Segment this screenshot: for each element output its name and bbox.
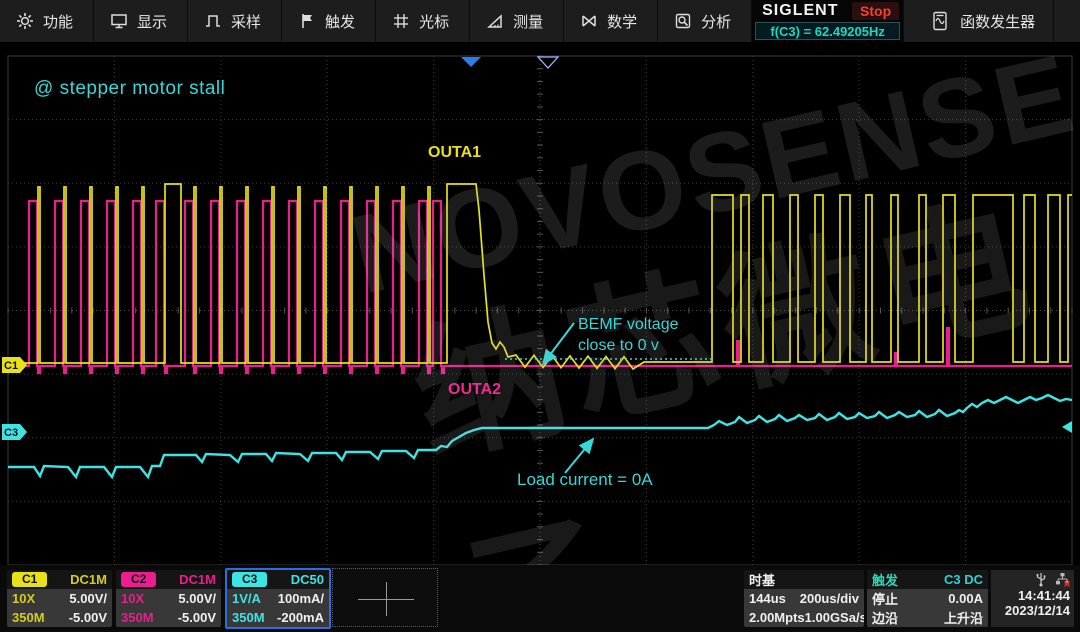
menu-label: 数学 <box>607 11 637 32</box>
channel-box-c2[interactable]: C2 DC1M 10X 5.00V/ 350M -5.00V <box>116 570 221 627</box>
c3-coupling: DC50 <box>291 572 324 587</box>
c2-badge[interactable]: C2 <box>121 572 156 587</box>
oscilloscope-app: 功能 显示 采样 触发 光标 测量 数学 分析 <box>0 0 1080 632</box>
c1-coupling: DC1M <box>70 572 107 587</box>
c2-probe: 10X <box>121 591 144 606</box>
c1-scale: 5.00V/ <box>69 591 107 606</box>
menu-label: 光标 <box>419 11 449 32</box>
top-menu-bar: 功能 显示 采样 触发 光标 测量 数学 分析 <box>0 0 1080 44</box>
brand-logo: SIGLENT <box>752 2 852 20</box>
svg-text:C1: C1 <box>4 360 18 372</box>
timebase-samplerate: 1.00GSa/s <box>805 610 864 625</box>
measure-icon <box>486 12 504 30</box>
trigger-type: 边沿 <box>872 608 898 627</box>
menu-label: 功能 <box>43 11 73 32</box>
timebase-scale: 200us/div <box>800 591 859 606</box>
svg-text:C3: C3 <box>4 427 18 439</box>
menu-item-cursors[interactable]: 光标 <box>376 0 470 42</box>
function-generator-button[interactable]: 函数发生器 <box>914 0 1054 42</box>
menu-item-display[interactable]: 显示 <box>94 0 188 42</box>
c2-bandwidth: 350M <box>121 610 154 625</box>
channel-box-c1[interactable]: C1 DC1M 10X 5.00V/ 350M -5.00V <box>7 570 112 627</box>
c3-offset: -200mA <box>277 610 324 625</box>
trigger-slope: 上升沿 <box>944 608 983 627</box>
run-state-badge[interactable]: Stop <box>852 2 899 20</box>
menu-item-utility[interactable]: 功能 <box>0 0 94 42</box>
waveform-canvas: C1 C3 <box>0 44 1080 565</box>
menu-label: 分析 <box>701 11 731 32</box>
c1-bandwidth: 350M <box>12 610 45 625</box>
clock-time: 14:41:44 <box>995 588 1070 603</box>
menu-label: 测量 <box>513 11 543 32</box>
c1-offset: -5.00V <box>69 610 107 625</box>
math-icon <box>580 12 598 30</box>
trigger-source: C3 DC <box>944 572 983 587</box>
channel-box-c3[interactable]: C3 DC50 1V/A 100mA/ 350M -200mA <box>225 568 331 629</box>
usb-icon <box>1035 572 1047 587</box>
timebase-delay: 144us <box>749 591 786 606</box>
menu-item-measure[interactable]: 测量 <box>470 0 564 42</box>
c2-offset: -5.00V <box>178 610 216 625</box>
menu-label: 显示 <box>137 11 167 32</box>
navigator-crosshair <box>386 582 387 616</box>
menu-item-math[interactable]: 数学 <box>564 0 658 42</box>
display-icon <box>110 12 128 30</box>
waveform-display: C1C3 NOVOSENSE 纳芯微电子 @ stepper motor sta… <box>0 44 1080 565</box>
c1-probe: 10X <box>12 591 35 606</box>
c3-bandwidth: 350M <box>232 610 265 625</box>
brand-status-block: SIGLENT Stop f(C3) = 62.49205Hz <box>752 0 904 42</box>
navigator-thumbnail[interactable] <box>332 568 438 627</box>
trigger-box[interactable]: 触发 C3 DC 停止 0.00A 边沿 上升沿 <box>867 570 988 627</box>
c1-badge[interactable]: C1 <box>12 572 47 587</box>
trigger-mode: 停止 <box>872 589 898 608</box>
c3-scale: 100mA/ <box>278 591 324 606</box>
funcgen-label: 函数发生器 <box>960 11 1035 32</box>
clock-date: 2023/12/14 <box>995 603 1070 618</box>
frequency-readout: f(C3) = 62.49205Hz <box>755 22 900 40</box>
lan-disconnected-icon <box>1055 572 1070 587</box>
timebase-title: 时基 <box>749 570 775 589</box>
menu-item-analysis[interactable]: 分析 <box>658 0 752 42</box>
trigger-level: 0.00A <box>948 591 983 606</box>
menu-label: 触发 <box>325 11 355 32</box>
menu-label: 采样 <box>231 11 261 32</box>
timebase-memory: 2.00Mpts <box>749 610 805 625</box>
menu-item-trigger[interactable]: 触发 <box>282 0 376 42</box>
timebase-box[interactable]: 时基 144us 200us/div 2.00Mpts1.00GSa/s <box>744 570 864 627</box>
analysis-icon <box>674 12 692 30</box>
c3-probe: 1V/A <box>232 591 261 606</box>
acquire-icon <box>204 12 222 30</box>
cursor-icon <box>392 12 410 30</box>
bottom-status-bar: C1 DC1M 10X 5.00V/ 350M -5.00V C2 DC1M 10X… <box>0 565 1080 632</box>
funcgen-icon <box>932 11 948 31</box>
gear-icon <box>16 12 34 30</box>
c3-badge[interactable]: C3 <box>232 572 267 587</box>
clock-box: 14:41:44 2023/12/14 <box>991 570 1074 627</box>
c2-coupling: DC1M <box>179 572 216 587</box>
c2-scale: 5.00V/ <box>178 591 216 606</box>
trigger-title: 触发 <box>872 570 898 589</box>
trigger-flag-icon <box>298 12 316 30</box>
menu-item-acquire[interactable]: 采样 <box>188 0 282 42</box>
